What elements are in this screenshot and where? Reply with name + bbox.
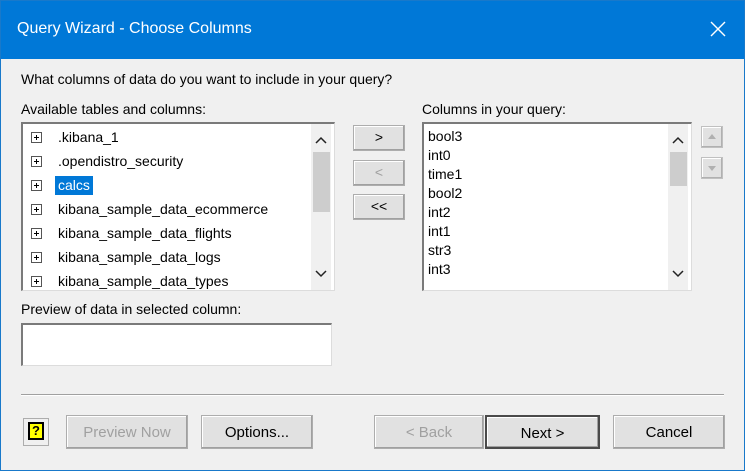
column-item-label: str3 — [428, 242, 452, 258]
expand-icon[interactable] — [31, 180, 42, 191]
query-columns-list[interactable]: bool3 int0 time1 bool2 int2 int1 str3 int3 — [422, 122, 692, 291]
table-item-label: calcs — [55, 176, 93, 195]
cancel-label: Cancel — [645, 424, 693, 441]
column-item-label: int1 — [428, 223, 451, 239]
back-button[interactable]: < Back — [374, 415, 484, 449]
column-item-label: bool2 — [428, 185, 463, 201]
options-label: Options... — [224, 424, 290, 441]
query-wizard-window: Query Wizard - Choose Columns What colum… — [0, 0, 745, 471]
available-scrollbar[interactable] — [311, 124, 331, 290]
expand-icon[interactable] — [31, 276, 42, 287]
column-item-label: bool3 — [428, 128, 463, 144]
scroll-up-icon[interactable] — [668, 130, 688, 150]
back-label: < Back — [405, 424, 453, 441]
table-item-label: .kibana_1 — [58, 129, 119, 145]
move-up-button[interactable] — [701, 126, 723, 148]
query-columns-label: Columns in your query: — [422, 101, 566, 117]
cancel-button[interactable]: Cancel — [613, 415, 725, 449]
remove-column-button[interactable]: < — [353, 160, 405, 186]
separator — [21, 394, 724, 396]
scroll-up-icon[interactable] — [311, 130, 331, 150]
help-button[interactable]: ? — [23, 418, 49, 446]
window-title: Query Wizard - Choose Columns — [17, 20, 252, 37]
table-item-label: kibana_sample_data_logs — [58, 249, 221, 265]
table-item[interactable]: kibana_sample_data_flights — [23, 222, 309, 246]
expand-icon[interactable] — [31, 156, 42, 167]
expand-icon[interactable] — [31, 132, 42, 143]
options-button[interactable]: Options... — [201, 415, 313, 449]
move-up-icon — [708, 134, 716, 139]
expand-icon[interactable] — [31, 204, 42, 215]
preview-label: Preview of data in selected column: — [21, 301, 242, 317]
column-item-label: time1 — [428, 166, 463, 182]
add-column-button[interactable]: > — [353, 125, 405, 151]
preview-field — [21, 323, 332, 366]
scroll-thumb[interactable] — [670, 152, 687, 186]
move-down-button[interactable] — [701, 157, 723, 179]
table-item-label: kibana_sample_data_flights — [58, 225, 232, 241]
column-item-label: int0 — [428, 147, 451, 163]
move-down-icon — [708, 166, 716, 171]
table-item[interactable]: kibana_sample_data_types — [23, 270, 309, 290]
help-icon: ? — [28, 422, 44, 440]
table-item-label: .opendistro_security — [58, 153, 184, 169]
expand-icon[interactable] — [31, 252, 42, 263]
table-item[interactable]: kibana_sample_data_ecommerce — [23, 198, 309, 222]
preview-now-button[interactable]: Preview Now — [66, 415, 188, 449]
column-item[interactable]: int3 — [424, 258, 666, 282]
scroll-down-icon[interactable] — [311, 264, 331, 284]
table-item[interactable]: calcs — [23, 174, 309, 198]
column-item-label: int3 — [428, 261, 451, 277]
expand-icon[interactable] — [31, 228, 42, 239]
scroll-down-icon[interactable] — [668, 264, 688, 284]
preview-now-label: Preview Now — [83, 424, 171, 441]
remove-all-columns-button[interactable]: << — [353, 194, 405, 220]
close-icon[interactable] — [706, 15, 730, 43]
table-item[interactable]: kibana_sample_data_logs — [23, 246, 309, 270]
next-label: Next > — [520, 425, 565, 442]
next-button[interactable]: Next > — [485, 415, 600, 449]
table-item[interactable]: .opendistro_security — [23, 150, 309, 174]
table-item[interactable]: .kibana_1 — [23, 126, 309, 150]
column-item-label: int2 — [428, 204, 451, 220]
available-label: Available tables and columns: — [21, 101, 206, 117]
table-item-label: kibana_sample_data_ecommerce — [58, 201, 269, 217]
title-bar: Query Wizard - Choose Columns — [1, 1, 744, 59]
table-item-label: kibana_sample_data_types — [58, 273, 229, 289]
query-scrollbar[interactable] — [668, 124, 688, 290]
prompt-text: What columns of data do you want to incl… — [21, 71, 393, 87]
available-tables-list[interactable]: .kibana_1 .opendistro_securitycalcs kibana… — [21, 122, 335, 291]
scroll-thumb[interactable] — [313, 152, 330, 212]
